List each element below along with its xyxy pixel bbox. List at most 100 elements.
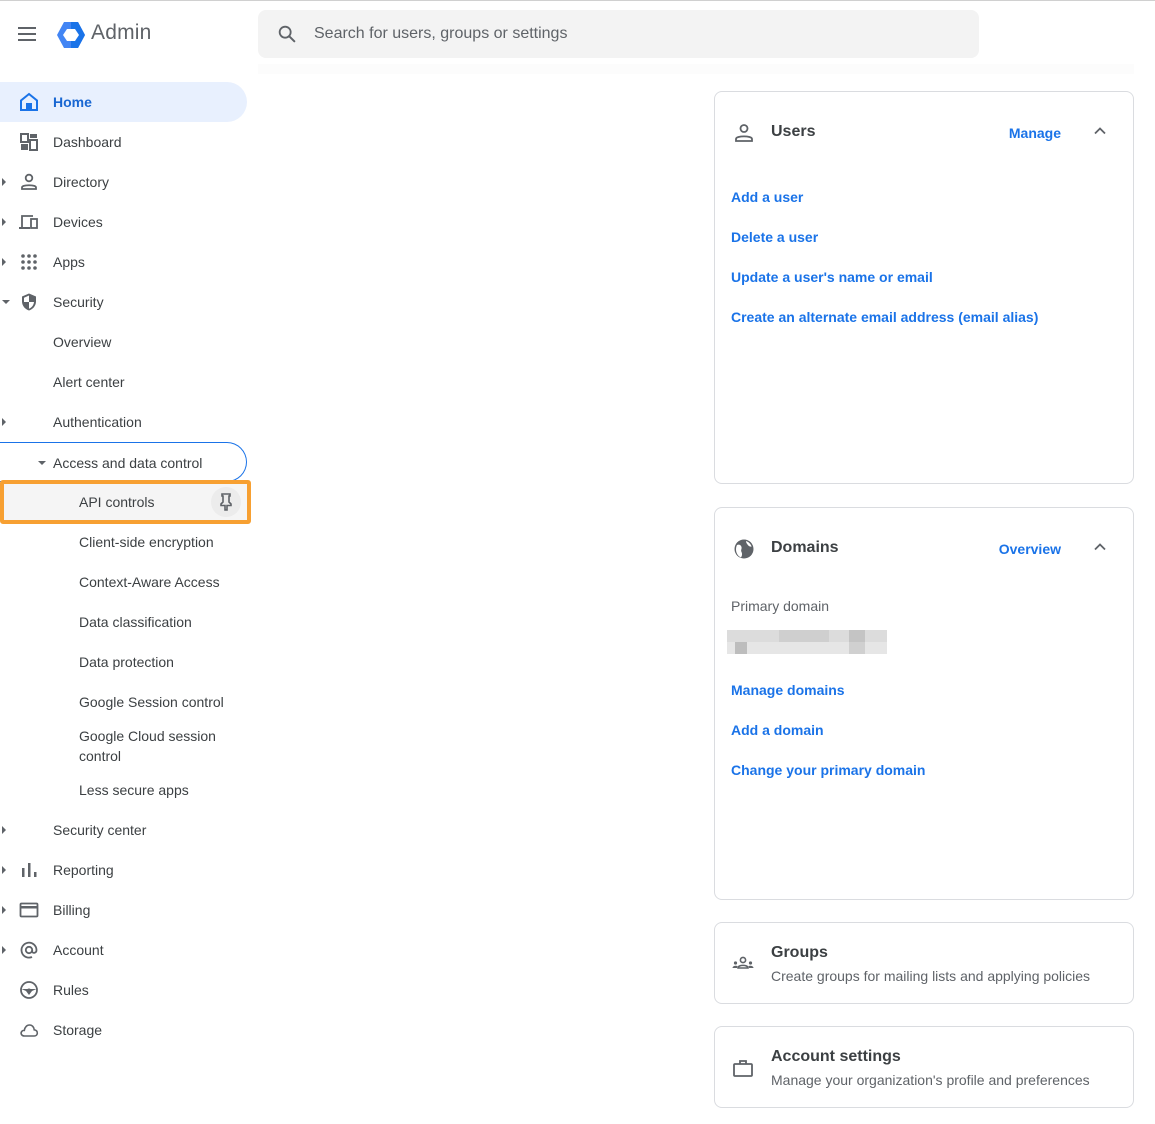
chevron-up-icon[interactable] — [1091, 122, 1109, 140]
pin-icon — [220, 493, 232, 511]
sidebar-item-label: Authentication — [53, 414, 142, 430]
shield-icon — [22, 293, 36, 311]
sidebar-item-label: Context-Aware Access — [79, 574, 220, 590]
manage-users-link[interactable]: Manage — [1009, 125, 1061, 141]
expand-caret-icon[interactable] — [2, 906, 6, 914]
expand-caret-icon[interactable] — [2, 946, 6, 954]
sidebar-item-billing[interactable]: Billing — [0, 890, 247, 930]
expand-caret-icon[interactable] — [2, 218, 6, 226]
sidebar-item-label: Security center — [53, 822, 147, 838]
update-user-link[interactable]: Update a user's name or email — [731, 269, 933, 285]
person-icon — [735, 124, 753, 142]
domains-card-title: Domains — [771, 539, 839, 556]
globe-icon — [734, 539, 754, 559]
sidebar-item-label: Overview — [53, 334, 112, 350]
dashboard-icon — [20, 133, 38, 151]
pin-button[interactable] — [211, 487, 241, 517]
sidebar-item-authentication[interactable]: Authentication — [0, 402, 247, 442]
sidebar-item-devices[interactable]: Devices — [0, 202, 247, 242]
account-settings-card[interactable]: Account settings Manage your organizatio… — [714, 1026, 1134, 1108]
sidebar-item-alert-center[interactable]: Alert center — [0, 362, 247, 402]
sidebar-item-label: Access and data control — [53, 455, 203, 471]
sidebar-item-dashboard[interactable]: Dashboard — [0, 122, 247, 162]
search-icon — [278, 25, 296, 43]
apps-grid-icon — [21, 254, 37, 270]
sidebar-item-less-secure-apps[interactable]: Less secure apps — [0, 770, 247, 810]
groups-card-subtitle: Create groups for mailing lists and appl… — [771, 968, 1091, 984]
delete-user-link[interactable]: Delete a user — [731, 229, 818, 245]
users-card: Users Manage Add a user Delete a user Up… — [714, 91, 1134, 484]
sidebar-item-data-classification[interactable]: Data classification — [0, 602, 247, 642]
sidebar-item-security-center[interactable]: Security center — [0, 810, 247, 850]
sidebar-item-security[interactable]: Security — [0, 282, 247, 322]
sidebar-item-directory[interactable]: Directory — [0, 162, 247, 202]
sidebar-item-label: Data classification — [79, 614, 192, 630]
admin-logo-icon — [57, 22, 85, 48]
create-email-alias-link[interactable]: Create an alternate email address (email… — [731, 309, 1038, 325]
menu-line — [18, 27, 36, 29]
sidebar-item-label: Reporting — [53, 862, 114, 878]
sidebar-item-apps[interactable]: Apps — [0, 242, 247, 282]
change-primary-domain-link[interactable]: Change your primary domain — [731, 762, 925, 778]
sidebar-item-rules[interactable]: Rules — [0, 970, 247, 1010]
devices-icon — [19, 215, 38, 229]
sidebar-item-reporting[interactable]: Reporting — [0, 850, 247, 890]
menu-line — [18, 33, 36, 35]
sidebar-item-label: Devices — [53, 214, 103, 230]
sidebar-item-account[interactable]: Account — [0, 930, 247, 970]
header-divider — [258, 64, 1134, 74]
sidebar-item-api-controls[interactable]: API controls — [0, 480, 251, 524]
sidebar-item-label: Directory — [53, 174, 110, 190]
cloud-icon — [20, 1024, 39, 1037]
manage-domains-link[interactable]: Manage domains — [731, 682, 845, 698]
add-domain-link[interactable]: Add a domain — [731, 722, 824, 738]
expand-caret-icon[interactable] — [2, 178, 6, 186]
sidebar-item-label: Alert center — [53, 374, 125, 390]
main-menu-button[interactable] — [14, 21, 40, 47]
expand-caret-icon[interactable] — [2, 826, 6, 834]
search-input[interactable] — [314, 25, 914, 43]
groups-card-title: Groups — [771, 944, 828, 961]
collapse-caret-icon[interactable] — [38, 461, 46, 465]
home-icon — [20, 92, 38, 111]
sidebar-item-storage[interactable]: Storage — [0, 1010, 247, 1050]
credit-card-icon — [19, 902, 39, 918]
sidebar-item-label: Security — [53, 294, 104, 310]
sidebar-item-label: Client-side encryption — [79, 534, 214, 550]
expand-caret-icon[interactable] — [2, 418, 6, 426]
sidebar-item-label: Storage — [53, 1022, 103, 1038]
add-user-link[interactable]: Add a user — [731, 189, 803, 205]
primary-domain-label: Primary domain — [731, 598, 830, 614]
users-card-title: Users — [771, 123, 816, 140]
menu-line — [18, 39, 36, 41]
sidebar-item-data-protection[interactable]: Data protection — [0, 642, 247, 682]
sidebar-item-context-aware-access[interactable]: Context-Aware Access — [0, 562, 247, 602]
domains-overview-link[interactable]: Overview — [999, 541, 1061, 557]
sidebar-item-label: Less secure apps — [79, 782, 189, 798]
domains-card-header: Domains Overview — [715, 508, 1133, 588]
account-settings-card-subtitle: Manage your organization's profile and p… — [771, 1072, 1090, 1088]
sidebar-item-client-side-encryption[interactable]: Client-side encryption — [0, 522, 247, 562]
person-icon — [21, 173, 37, 190]
sidebar-item-label: Dashboard — [53, 134, 122, 150]
groups-card[interactable]: Groups Create groups for mailing lists a… — [714, 922, 1134, 1004]
sidebar-item-label: Rules — [53, 982, 89, 998]
primary-domain-value-redacted — [723, 628, 893, 656]
sidebar-item-google-cloud-session-control[interactable]: Google Cloud session control — [0, 723, 247, 775]
expand-caret-icon[interactable] — [2, 866, 6, 874]
search-bar[interactable] — [258, 10, 979, 58]
briefcase-icon — [733, 1060, 753, 1077]
app-title: Admin — [91, 21, 152, 44]
expand-caret-icon[interactable] — [2, 258, 6, 266]
chevron-up-icon[interactable] — [1091, 538, 1109, 556]
sidebar-item-home[interactable]: Home — [0, 82, 247, 122]
collapse-caret-icon[interactable] — [2, 300, 10, 304]
sidebar-item-label: Google Session control — [79, 694, 224, 710]
sidebar-item-security-overview[interactable]: Overview — [0, 322, 247, 362]
sidebar-item-access-and-data-control[interactable]: Access and data control — [0, 442, 247, 482]
at-sign-icon — [20, 941, 38, 959]
steering-wheel-icon — [20, 981, 38, 999]
sidebar-item-label: Data protection — [79, 654, 174, 670]
sidebar-item-google-session-control[interactable]: Google Session control — [0, 682, 247, 722]
sidebar-item-label: Google Cloud session control — [79, 728, 216, 764]
